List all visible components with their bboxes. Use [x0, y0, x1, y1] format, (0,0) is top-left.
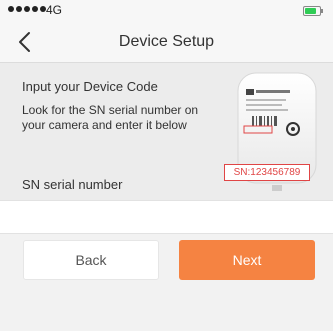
- info-title: Input your Device Code: [22, 79, 158, 94]
- sn-field-label: SN serial number: [22, 177, 123, 192]
- carrier-label: 4G: [46, 3, 63, 17]
- sn-example-tag: SN:123456789: [224, 164, 310, 181]
- sn-input[interactable]: [0, 201, 333, 233]
- next-button[interactable]: Next: [179, 240, 315, 280]
- nav-bar: Device Setup: [0, 22, 333, 63]
- status-bar: 4G: [0, 0, 333, 22]
- sn-input-row: [0, 200, 333, 234]
- device-code-info-panel: Input your Device Code Look for the SN s…: [0, 63, 333, 200]
- back-button[interactable]: Back: [23, 240, 159, 280]
- battery-icon: [303, 6, 323, 16]
- page-title: Device Setup: [118, 33, 215, 50]
- info-description: Look for the SN serial number on your ca…: [22, 103, 199, 132]
- signal-strength-icon: [8, 6, 46, 12]
